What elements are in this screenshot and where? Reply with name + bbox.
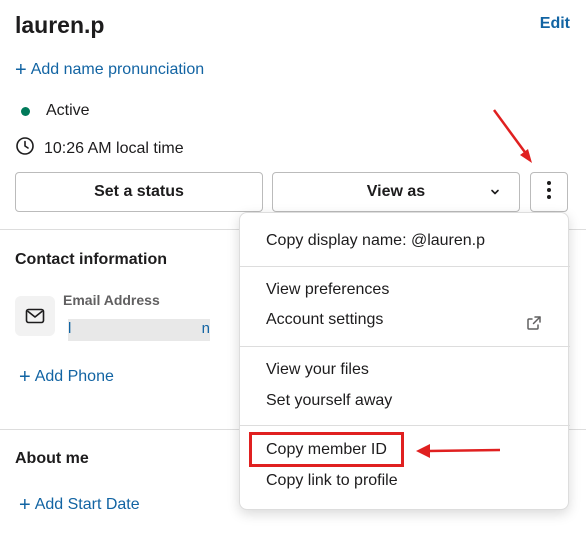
- email-value-start: l: [68, 320, 72, 337]
- menu-item-copy-link-to-profile[interactable]: Copy link to profile: [266, 472, 398, 490]
- add-name-pronunciation-label: Add name pronunciation: [30, 61, 205, 78]
- add-name-pronunciation-link[interactable]: + Add name pronunciation: [15, 60, 204, 80]
- more-vertical-icon: [546, 180, 552, 205]
- clock-icon: [15, 136, 44, 161]
- view-as-button[interactable]: View as: [272, 172, 520, 212]
- about-me-heading: About me: [15, 450, 89, 467]
- menu-item-copy-display-name[interactable]: Copy display name: @lauren.p: [266, 232, 485, 250]
- add-phone-link[interactable]: + Add Phone: [19, 367, 114, 387]
- external-link-icon: [526, 315, 542, 336]
- plus-icon: +: [15, 59, 27, 81]
- menu-item-view-files[interactable]: View your files: [266, 361, 369, 379]
- plus-icon: +: [19, 494, 31, 516]
- set-status-button[interactable]: Set a status: [15, 172, 263, 212]
- email-value-end: n: [201, 320, 210, 337]
- local-time: 10:26 AM local time: [15, 136, 184, 161]
- presence-status: Active: [15, 102, 90, 120]
- add-start-date-link[interactable]: + Add Start Date: [19, 495, 140, 515]
- menu-item-set-away[interactable]: Set yourself away: [266, 392, 392, 410]
- mail-icon: [15, 296, 55, 336]
- menu-item-account-settings[interactable]: Account settings: [266, 311, 383, 329]
- more-actions-button[interactable]: [530, 172, 568, 212]
- menu-item-view-preferences[interactable]: View preferences: [266, 281, 389, 299]
- profile-name: lauren.p: [15, 12, 105, 38]
- presence-label: Active: [46, 102, 90, 119]
- add-phone-label: Add Phone: [34, 368, 114, 385]
- local-time-label: 10:26 AM local time: [44, 139, 184, 157]
- plus-icon: +: [19, 366, 31, 388]
- add-start-date-label: Add Start Date: [34, 496, 140, 513]
- annotation-arrow-to-more-button: [492, 109, 532, 163]
- email-address-link[interactable]: l n: [68, 319, 210, 341]
- active-dot-icon: [21, 106, 30, 116]
- view-as-label: View as: [366, 183, 426, 200]
- contact-information-heading: Contact information: [15, 251, 167, 268]
- chevron-down-icon: [489, 185, 501, 203]
- email-address-label: Email Address: [63, 292, 160, 308]
- menu-divider: [240, 266, 570, 267]
- annotation-highlight-box: [249, 432, 404, 467]
- menu-divider: [240, 425, 570, 426]
- menu-divider: [240, 346, 570, 347]
- edit-button[interactable]: Edit: [540, 15, 570, 33]
